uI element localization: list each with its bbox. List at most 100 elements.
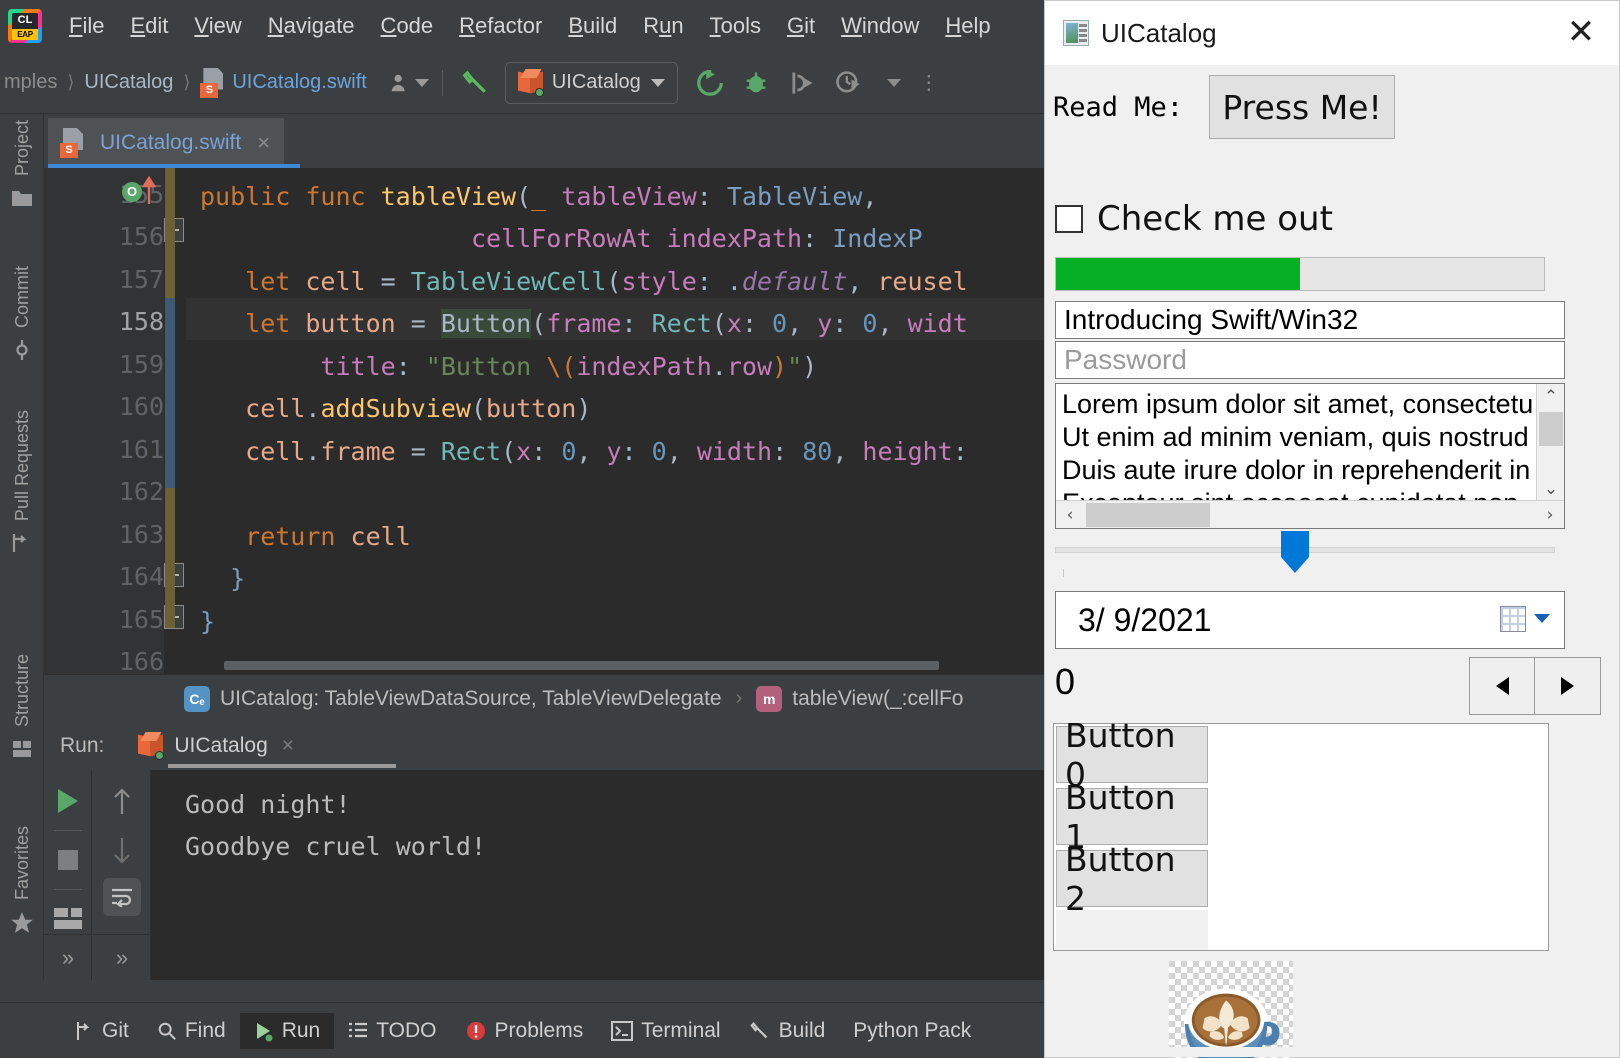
menu-git[interactable]: Git	[774, 11, 828, 41]
code-line-156: cellForRowAt indexPath: IndexP	[470, 224, 923, 253]
window-title-bar[interactable]: UICatalog ✕	[1045, 1, 1619, 65]
close-icon[interactable]: ✕	[1563, 15, 1599, 51]
status-item-python-packages[interactable]: Python Pack	[839, 1013, 985, 1049]
soft-wrap-button[interactable]	[102, 878, 141, 916]
sidebar-item-project[interactable]: Project	[0, 120, 44, 210]
sidebar-label-project: Project	[11, 120, 32, 177]
toolbar-drag-handle[interactable]: ⋮	[919, 70, 941, 95]
run-configuration-selector[interactable]: UICatalog	[504, 61, 678, 104]
stop-button[interactable]	[57, 841, 78, 879]
vcs-change-marker[interactable]	[165, 298, 175, 488]
list-box[interactable]: Lorem ipsum dolor sit amet, consectetu U…	[1055, 383, 1565, 529]
menu-tools[interactable]: Tools	[697, 11, 774, 41]
sidebar-item-structure[interactable]: Structure	[0, 654, 44, 761]
expand-toolbar-button-2[interactable]: »	[93, 934, 151, 980]
sidebar-item-commit[interactable]: Commit	[0, 266, 44, 362]
calendar-icon[interactable]	[1500, 606, 1526, 632]
debug-button[interactable]	[736, 63, 776, 103]
status-item-todo[interactable]: TODO	[334, 1013, 450, 1049]
checkbox-label: Check me out	[1097, 199, 1333, 239]
menu-code[interactable]: Code	[368, 11, 447, 41]
status-item-terminal[interactable]: Terminal	[597, 1013, 734, 1049]
checkbox[interactable]	[1055, 205, 1083, 233]
run-console-output[interactable]: Good night! Goodbye cruel world!	[151, 770, 1060, 980]
close-icon[interactable]: ×	[257, 130, 270, 156]
editor-gutter[interactable]: 155 156 157 158 159 160 161 162 163 164 …	[44, 168, 164, 674]
list-horizontal-scrollbar[interactable]: ‹ ›	[1056, 500, 1564, 528]
date-picker-value: 3/ 9/2021	[1078, 601, 1212, 638]
menu-run[interactable]: Run	[630, 11, 696, 41]
run-tab-uicatalog[interactable]: UICatalog ×	[138, 722, 397, 770]
scrollbar-thumb[interactable]	[1086, 503, 1210, 527]
breadcrumb-folder[interactable]: UICatalog	[84, 71, 173, 94]
sidebar-item-pull-requests[interactable]: Pull Requests	[0, 410, 44, 555]
scroll-down-button[interactable]	[111, 830, 133, 870]
list-item[interactable]: Ut enim ad minim veniam, quis nostrud	[1056, 421, 1564, 454]
menu-file[interactable]: File	[56, 11, 117, 41]
table-row-button-2[interactable]: Button 2	[1056, 840, 1208, 918]
text-field[interactable]: Introducing Swift/Win32	[1055, 301, 1565, 339]
breadcrumb-class[interactable]: UICatalog: TableViewDataSource, TableVie…	[220, 687, 722, 711]
status-item-git[interactable]: Git	[60, 1013, 143, 1049]
menu-window[interactable]: Window	[828, 11, 932, 41]
scroll-down-icon[interactable]: ⌄	[1537, 476, 1564, 502]
vcs-change-marker[interactable]	[165, 488, 175, 628]
status-item-build[interactable]: Build	[735, 1013, 840, 1049]
status-item-run[interactable]: Run	[239, 1012, 335, 1049]
layout-button[interactable]	[53, 900, 82, 938]
list-item[interactable]: Duis aute irure dolor in reprehenderit i…	[1056, 454, 1564, 487]
code-editor[interactable]: 155 156 157 158 159 160 161 162 163 164 …	[44, 168, 1060, 674]
check-me-out-row[interactable]: Check me out	[1055, 199, 1333, 239]
ide-logo-icon: CL EAP	[8, 9, 42, 43]
slider-thumb[interactable]	[1281, 531, 1309, 573]
toolbar-more-button[interactable]	[874, 63, 914, 103]
breadcrumb-project[interactable]: mples	[4, 71, 57, 94]
menu-help[interactable]: Help	[932, 11, 1003, 41]
menu-refactor[interactable]: Refactor	[446, 11, 555, 41]
breadcrumb-method[interactable]: tableView(_:cellFo	[792, 687, 963, 711]
override-marker-icon[interactable]: O	[122, 182, 142, 202]
scroll-left-icon[interactable]: ‹	[1056, 501, 1084, 528]
code-line-158: let button = Button(frame: Rect(x: 0, y:…	[245, 309, 968, 338]
list-vertical-scrollbar[interactable]: ⌃ ⌄	[1536, 384, 1564, 502]
chevron-down-icon	[886, 78, 901, 87]
scrollbar-thumb[interactable]	[1539, 412, 1563, 446]
spinner-next-button[interactable]	[1535, 657, 1601, 715]
sidebar-item-favorites[interactable]: Favorites	[0, 826, 44, 936]
menu-build[interactable]: Build	[555, 11, 630, 41]
status-item-find[interactable]: Find	[143, 1013, 240, 1049]
run-profile-button[interactable]	[828, 63, 868, 103]
vcs-change-marker[interactable]	[165, 168, 175, 298]
list-item[interactable]: Lorem ipsum dolor sit amet, consectetu	[1056, 388, 1564, 421]
spinner-prev-button[interactable]	[1469, 657, 1535, 715]
table-view[interactable]: Button 0 Button 1 Button 2	[1053, 716, 1549, 951]
run-label: Run:	[60, 734, 105, 757]
editor-tab-uicatalog-swift[interactable]: S UICatalog.swift ×	[48, 118, 285, 168]
expand-toolbar-button-1[interactable]: »	[44, 934, 92, 980]
breadcrumb-file[interactable]: UICatalog.swift	[232, 71, 367, 94]
build-button[interactable]	[456, 63, 496, 103]
vcs-user-button[interactable]	[389, 63, 429, 103]
password-field[interactable]: Password	[1055, 341, 1565, 379]
table-row-button-1[interactable]: Button 1	[1056, 778, 1208, 856]
menu-edit[interactable]: Edit	[117, 11, 181, 41]
menu-navigate[interactable]: Navigate	[255, 11, 368, 41]
rerun-button[interactable]	[57, 782, 78, 820]
status-item-problems[interactable]: Problems	[451, 1013, 598, 1049]
editor-horizontal-scrollbar[interactable]	[224, 661, 939, 670]
scroll-up-icon[interactable]: ⌃	[1537, 384, 1564, 410]
uicatalog-window: UICatalog ✕ Read Me: Press Me! Check me …	[1044, 0, 1620, 1058]
scroll-right-icon[interactable]: ›	[1536, 501, 1564, 528]
code-text[interactable]: public func tableView(_ tableView: Table…	[186, 168, 1060, 674]
menu-view[interactable]: View	[181, 11, 254, 41]
close-icon[interactable]: ×	[282, 734, 294, 758]
date-picker[interactable]: 3/ 9/2021	[1055, 591, 1565, 649]
chevron-down-icon[interactable]	[1534, 614, 1550, 623]
press-me-button[interactable]: Press Me!	[1209, 75, 1396, 139]
table-row-button-0[interactable]: Button 0	[1056, 716, 1208, 794]
run-button[interactable]	[690, 63, 730, 103]
run-coverage-button[interactable]	[782, 63, 822, 103]
table-row-empty[interactable]	[1056, 910, 1208, 950]
scroll-up-button[interactable]	[111, 782, 133, 822]
line-number: 159	[118, 350, 164, 379]
